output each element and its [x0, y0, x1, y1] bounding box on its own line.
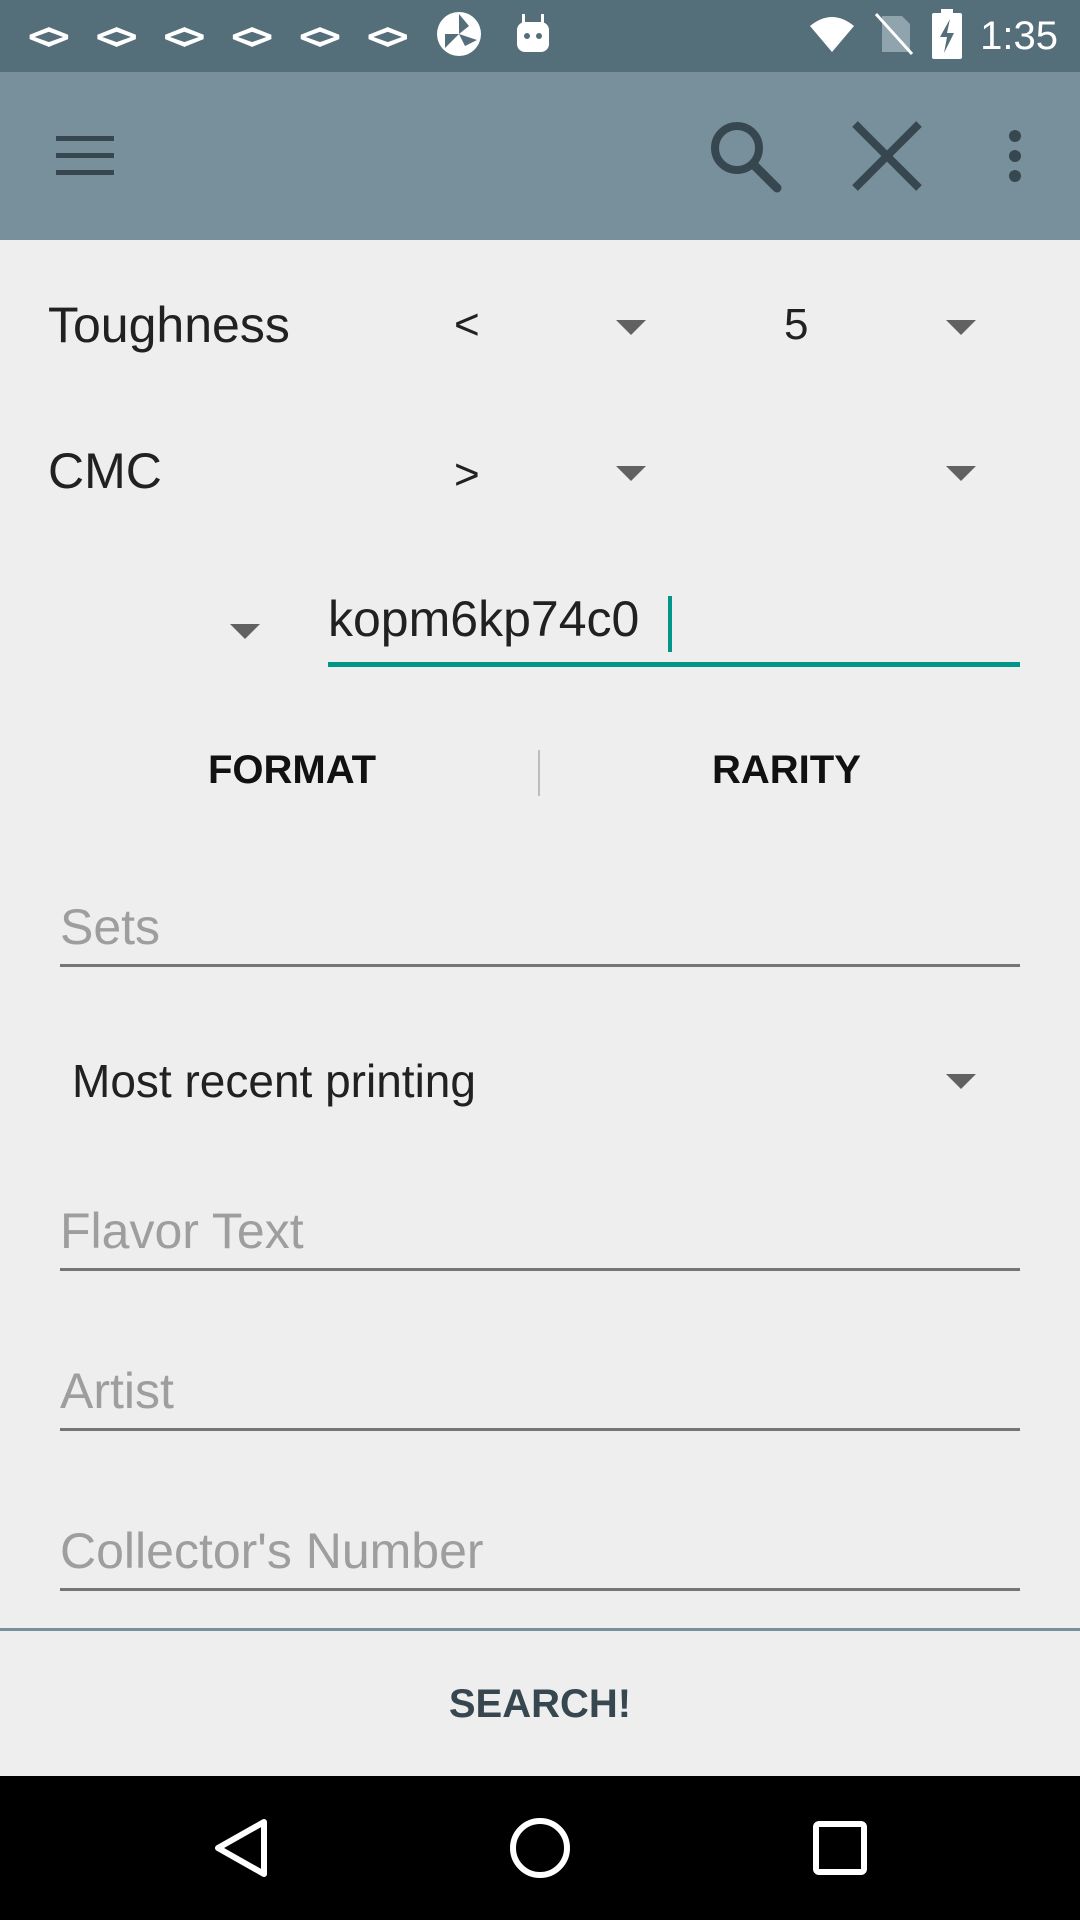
search-button[interactable]: SEARCH!	[0, 1632, 1080, 1776]
input-underline	[60, 1428, 1020, 1431]
wifi-icon	[808, 14, 856, 58]
printing-selected: Most recent printing	[72, 1055, 476, 1107]
collector-number-placeholder: Collector's Number	[60, 1523, 484, 1579]
chevron-down-icon	[230, 624, 260, 639]
code-icon: <>	[366, 14, 409, 58]
search-button-label: SEARCH!	[448, 1681, 632, 1726]
code-icon: <>	[299, 14, 341, 58]
code-icon: <>	[28, 14, 70, 58]
printing-spinner[interactable]: Most recent printing	[60, 1040, 1020, 1120]
toughness-label: Toughness	[48, 297, 290, 353]
battery-charging-icon	[932, 9, 963, 63]
toughness-operator-spinner[interactable]: <	[440, 290, 660, 370]
status-bar: <> <> <> <> <> <> 1:35	[0, 0, 1080, 72]
android-icon	[513, 12, 553, 60]
cmc-operator-value: >	[454, 450, 480, 499]
toughness-operator-value: <	[454, 300, 480, 349]
navigation-bar	[0, 1776, 1080, 1920]
flavor-text-placeholder: Flavor Text	[60, 1203, 304, 1259]
input-underline-focused	[328, 662, 1020, 667]
cmc-operator-spinner[interactable]: >	[440, 436, 660, 516]
format-label: FORMAT	[208, 748, 377, 792]
chevron-down-icon	[616, 320, 646, 335]
system-icons: 1:35	[808, 0, 1058, 72]
input-underline	[60, 1268, 1020, 1271]
rarity-button[interactable]: RARITY	[542, 730, 1032, 810]
code-icon: <>	[231, 14, 273, 58]
field-type-spinner[interactable]	[200, 600, 290, 660]
format-button[interactable]: FORMAT	[48, 730, 538, 810]
text-cursor	[668, 596, 672, 652]
chevron-down-icon	[946, 466, 976, 481]
toughness-value: 5	[784, 300, 809, 349]
clock: 1:35	[980, 13, 1058, 58]
back-icon[interactable]	[190, 1812, 290, 1884]
input-underline	[60, 1588, 1020, 1591]
text-search-value: kopm6kp74c0	[328, 591, 640, 647]
collector-number-input[interactable]: Collector's Number	[60, 1514, 1020, 1594]
input-underline	[60, 964, 1020, 967]
code-icon: <>	[163, 14, 206, 58]
code-icon: <>	[95, 14, 138, 58]
cmc-label: CMC	[48, 443, 162, 499]
chevron-down-icon	[616, 466, 646, 481]
text-search-input[interactable]: kopm6kp74c0	[328, 590, 1020, 670]
tab-divider	[538, 750, 540, 796]
chevron-down-icon	[946, 1074, 976, 1089]
bottom-divider	[0, 1628, 1080, 1631]
flavor-text-input[interactable]: Flavor Text	[60, 1194, 1020, 1274]
chevron-down-icon	[946, 320, 976, 335]
more-vert-icon[interactable]	[990, 72, 1040, 240]
close-icon[interactable]	[842, 72, 932, 240]
pinwheel-icon	[435, 10, 483, 62]
toughness-value-spinner[interactable]: 5	[770, 290, 990, 370]
sets-placeholder: Sets	[60, 899, 161, 955]
cmc-value-spinner[interactable]	[770, 436, 990, 516]
artist-input[interactable]: Artist	[60, 1354, 1020, 1434]
toolbar	[0, 72, 1080, 240]
menu-icon[interactable]	[40, 72, 130, 240]
search-icon[interactable]	[700, 72, 790, 240]
sets-input[interactable]: Sets	[60, 890, 1020, 970]
notification-icons: <> <> <> <> <> <>	[28, 0, 553, 72]
recents-icon[interactable]	[790, 1812, 890, 1884]
rarity-label: RARITY	[712, 748, 861, 792]
home-icon[interactable]	[490, 1812, 590, 1884]
no-sim-icon	[874, 12, 914, 60]
artist-placeholder: Artist	[60, 1363, 174, 1419]
